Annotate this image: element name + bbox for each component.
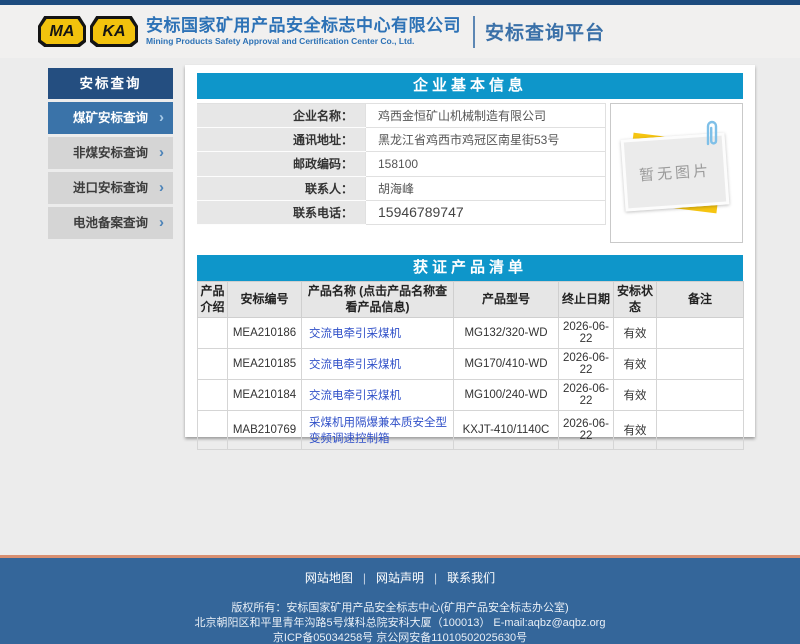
status-cell: 有效 [614, 380, 657, 411]
remark-cell [657, 411, 744, 450]
footer-link-sitemap[interactable]: 网站地图 [305, 571, 353, 585]
ma-badge-icon: MA [38, 16, 86, 47]
ka-badge-icon: KA [90, 16, 138, 47]
cert-no-cell: MAB210769 [228, 411, 302, 450]
org-name-en: Mining Products Safety Approval and Cert… [146, 36, 461, 47]
product-name-link[interactable]: 交流电牵引采煤机 [309, 390, 401, 402]
sidebar-item-battery-query[interactable]: 电池备案查询 › [48, 207, 173, 239]
status-cell: 有效 [614, 318, 657, 349]
product-name-cell: 采煤机用隔爆兼本质安全型变频调速控制箱 [302, 411, 454, 450]
intro-cell [198, 349, 228, 380]
status-cell: 有效 [614, 411, 657, 450]
org-name-cn: 安标国家矿用产品安全标志中心有限公司 [146, 16, 461, 36]
cert-no-cell: MEA210185 [228, 349, 302, 380]
chevron-right-icon: › [159, 207, 164, 239]
table-header-row: 产品介绍 安标编号 产品名称 (点击产品名称查看产品信息) 产品型号 终止日期 … [198, 282, 744, 318]
chevron-right-icon: › [159, 102, 164, 134]
sidebar-nav: 安标查询 煤矿安标查询 › 非煤安标查询 › 进口安标查询 › 电池备案查询 › [48, 68, 173, 239]
no-image-placeholder: 暂无图片 [610, 103, 743, 243]
product-name-cell: 交流电牵引采煤机 [302, 318, 454, 349]
footer-link-statement[interactable]: 网站声明 [376, 571, 424, 585]
footer-copyright-block: 版权所有：安标国家矿用产品安全标志中心(矿用产品安全标志办公室) 北京朝阳区和平… [0, 601, 800, 644]
postcode-value: 158100 [366, 152, 606, 176]
product-name-link[interactable]: 交流电牵引采煤机 [309, 328, 401, 340]
table-row: 企业名称： 鸡西金恒矿山机械制造有限公司 [198, 104, 606, 128]
sidebar-header: 安标查询 [48, 68, 173, 99]
end-date-cell: 2026-06-22 [559, 411, 614, 450]
copyright-line: 版权所有：安标国家矿用产品安全标志中心(矿用产品安全标志办公室) [0, 601, 800, 616]
col-cert-no: 安标编号 [228, 282, 302, 318]
certified-products-section: 获证产品清单 产品介绍 安标编号 产品名称 (点击产品名称查看产品信息) 产品型… [197, 255, 743, 450]
org-title-block: 安标国家矿用产品安全标志中心有限公司 Mining Products Safet… [146, 16, 461, 47]
intro-cell [198, 411, 228, 450]
address-value: 黑龙江省鸡西市鸡冠区南星街53号 [366, 128, 606, 152]
end-date-cell: 2026-06-22 [559, 318, 614, 349]
enterprise-info-title: 企业基本信息 [197, 73, 743, 99]
field-label: 联系人： [198, 176, 366, 200]
product-name-cell: 交流电牵引采煤机 [302, 380, 454, 411]
address-line: 北京朝阳区和平里青年沟路5号煤科总院安科大厦（100013） E-mail:aq… [0, 616, 800, 631]
col-remark: 备注 [657, 282, 744, 318]
table-row: 联系电话： 15946789747 [198, 200, 606, 224]
page-footer: 网站地图|网站声明|联系我们 版权所有：安标国家矿用产品安全标志中心(矿用产品安… [0, 555, 800, 644]
maka-logo: MA KA [38, 16, 138, 47]
intro-cell [198, 318, 228, 349]
status-cell: 有效 [614, 349, 657, 380]
remark-cell [657, 380, 744, 411]
col-name: 产品名称 (点击产品名称查看产品信息) [302, 282, 454, 318]
sidebar-item-noncoal-query[interactable]: 非煤安标查询 › [48, 137, 173, 169]
col-status: 安标状态 [614, 282, 657, 318]
platform-title: 安标查询平台 [485, 18, 605, 45]
page-header: MA KA 安标国家矿用产品安全标志中心有限公司 Mining Products… [0, 5, 800, 58]
col-end-date: 终止日期 [559, 282, 614, 318]
remark-cell [657, 349, 744, 380]
field-label: 邮政编码： [198, 152, 366, 176]
table-row: MEA210185 交流电牵引采煤机 MG170/410-WD 2026-06-… [198, 349, 744, 380]
phone-value: 15946789747 [366, 200, 606, 224]
field-label: 企业名称： [198, 104, 366, 128]
table-row: 通讯地址： 黑龙江省鸡西市鸡冠区南星街53号 [198, 128, 606, 152]
icp-line: 京ICP备05034258号 京公网安备11010502025630号 [0, 631, 800, 644]
table-row: 联系人： 胡海峰 [198, 176, 606, 200]
table-row: MAB210769 采煤机用隔爆兼本质安全型变频调速控制箱 KXJT-410/1… [198, 411, 744, 450]
col-intro: 产品介绍 [198, 282, 228, 318]
sidebar-item-coal-query[interactable]: 煤矿安标查询 › [48, 102, 173, 134]
paperclip-icon [704, 120, 720, 146]
model-cell: MG170/410-WD [454, 349, 559, 380]
field-label: 联系电话： [198, 200, 366, 224]
product-list-title: 获证产品清单 [197, 255, 743, 281]
end-date-cell: 2026-06-22 [559, 349, 614, 380]
intro-cell [198, 380, 228, 411]
contact-person-value: 胡海峰 [366, 176, 606, 200]
cert-no-cell: MEA210184 [228, 380, 302, 411]
product-name-link[interactable]: 采煤机用隔爆兼本质安全型变频调速控制箱 [309, 417, 447, 445]
model-cell: KXJT-410/1140C [454, 411, 559, 450]
cert-no-cell: MEA210186 [228, 318, 302, 349]
model-cell: MG132/320-WD [454, 318, 559, 349]
table-row: 邮政编码： 158100 [198, 152, 606, 176]
no-image-text: 暂无图片 [638, 159, 711, 185]
header-divider [473, 16, 475, 48]
chevron-right-icon: › [159, 137, 164, 169]
product-list-table: 产品介绍 安标编号 产品名称 (点击产品名称查看产品信息) 产品型号 终止日期 … [197, 281, 744, 450]
footer-link-contact[interactable]: 联系我们 [447, 571, 495, 585]
company-name-value: 鸡西金恒矿山机械制造有限公司 [366, 104, 606, 128]
remark-cell [657, 318, 744, 349]
field-label: 通讯地址： [198, 128, 366, 152]
table-row: MEA210184 交流电牵引采煤机 MG100/240-WD 2026-06-… [198, 380, 744, 411]
table-row: MEA210186 交流电牵引采煤机 MG132/320-WD 2026-06-… [198, 318, 744, 349]
end-date-cell: 2026-06-22 [559, 380, 614, 411]
product-name-link[interactable]: 交流电牵引采煤机 [309, 359, 401, 371]
footer-links: 网站地图|网站声明|联系我们 [0, 569, 800, 586]
product-name-cell: 交流电牵引采煤机 [302, 349, 454, 380]
main-content-panel: 企业基本信息 企业名称： 鸡西金恒矿山机械制造有限公司 通讯地址： 黑龙江省鸡西… [185, 65, 755, 437]
enterprise-info-table: 企业名称： 鸡西金恒矿山机械制造有限公司 通讯地址： 黑龙江省鸡西市鸡冠区南星街… [197, 103, 606, 225]
col-model: 产品型号 [454, 282, 559, 318]
model-cell: MG100/240-WD [454, 380, 559, 411]
sidebar-item-import-query[interactable]: 进口安标查询 › [48, 172, 173, 204]
chevron-right-icon: › [159, 172, 164, 204]
